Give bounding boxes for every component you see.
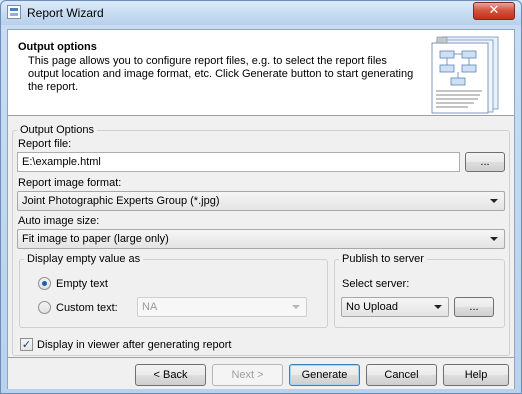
check-icon: ✓: [21, 338, 32, 351]
custom-text-value: NA: [142, 301, 158, 313]
display-empty-group: [19, 259, 328, 328]
select-server-label: Select server:: [342, 278, 410, 290]
dialog-body: Output options This page allows you to c…: [7, 29, 515, 389]
image-format-label: Report image format:: [18, 177, 122, 189]
chevron-down-icon: [490, 237, 498, 241]
publish-legend: Publish to server: [339, 253, 427, 265]
report-wizard-icon: [7, 5, 21, 19]
window-title: Report Wizard: [27, 6, 104, 20]
report-wizard-window: Report Wizard ✕ Output options This page…: [0, 0, 522, 394]
generate-button[interactable]: Generate: [289, 364, 360, 386]
button-bar: < Back Next > Generate Cancel Help: [8, 358, 514, 389]
report-file-browse-button[interactable]: ...: [465, 152, 505, 172]
chevron-down-icon: [292, 305, 300, 309]
radio-selected-dot: [42, 281, 47, 286]
display-empty-legend: Display empty value as: [24, 253, 144, 265]
custom-text-label[interactable]: Custom text:: [56, 302, 118, 314]
report-file-label: Report file:: [18, 138, 72, 150]
server-browse-button[interactable]: ...: [454, 297, 494, 317]
display-in-viewer-checkbox[interactable]: ✓: [20, 338, 33, 351]
auto-image-size-label: Auto image size:: [18, 215, 100, 227]
page-title: Output options: [18, 41, 97, 53]
image-format-value: Joint Photographic Experts Group (*.jpg): [22, 195, 220, 207]
auto-image-size-dropdown[interactable]: Fit image to paper (large only): [17, 229, 505, 249]
empty-text-radio[interactable]: [38, 277, 51, 290]
cancel-button[interactable]: Cancel: [366, 364, 437, 386]
back-button[interactable]: < Back: [135, 364, 206, 386]
chevron-down-icon: [434, 305, 442, 309]
custom-text-input[interactable]: NA: [137, 297, 307, 317]
help-button[interactable]: Help: [443, 364, 509, 386]
report-file-input[interactable]: E:\example.html: [17, 152, 460, 172]
page-header: Output options This page allows you to c…: [8, 30, 514, 116]
server-dropdown-value: No Upload: [346, 301, 398, 313]
display-in-viewer-label[interactable]: Display in viewer after generating repor…: [37, 339, 231, 351]
publish-group: [334, 259, 505, 328]
image-format-dropdown[interactable]: Joint Photographic Experts Group (*.jpg): [17, 191, 505, 211]
server-dropdown[interactable]: No Upload: [341, 297, 449, 317]
title-bar[interactable]: Report Wizard ✕: [1, 1, 521, 25]
close-button[interactable]: ✕: [473, 2, 515, 20]
report-document-icon: [431, 36, 499, 114]
auto-image-size-value: Fit image to paper (large only): [22, 233, 169, 245]
chevron-down-icon: [490, 199, 498, 203]
next-button[interactable]: Next >: [212, 364, 283, 386]
empty-text-label[interactable]: Empty text: [56, 278, 108, 290]
page-description: This page allows you to configure report…: [28, 55, 414, 93]
output-options-legend: Output Options: [17, 124, 97, 136]
custom-text-radio[interactable]: [38, 301, 51, 314]
